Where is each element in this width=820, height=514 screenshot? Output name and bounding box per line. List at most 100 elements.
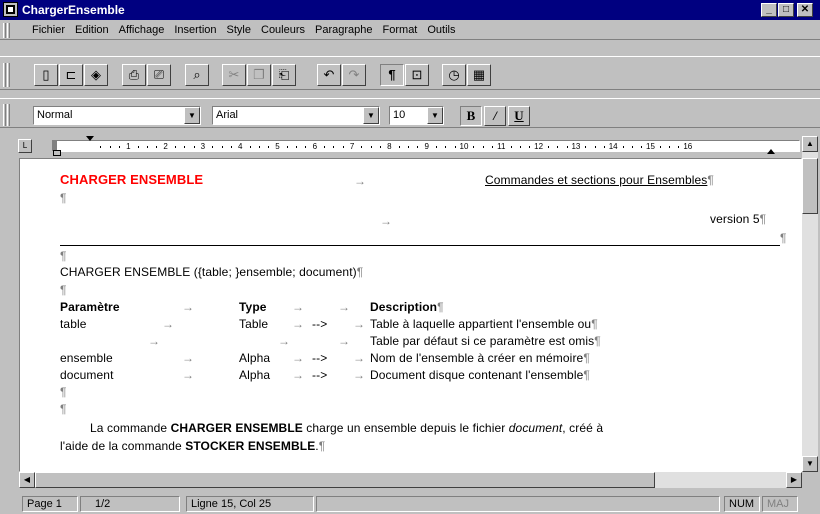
left-indent-marker[interactable] [53, 150, 61, 156]
ruler-number: 6 [312, 142, 318, 151]
undo-icon[interactable]: ↶ [317, 64, 341, 86]
menu-fichier[interactable]: Fichier [32, 24, 72, 36]
status-message [316, 496, 720, 512]
ruler-number: 13 [571, 142, 581, 151]
standard-toolbar: ▯ ⊏ ◈ ⎙ ⎚ ⌕ ✂ ❐ ⎗ ↶ ↷ ¶ ⊡ ◷ ▦ [0, 56, 820, 90]
style-select-value: Normal [37, 109, 73, 121]
doc-version: version 5¶ [710, 212, 767, 226]
scroll-up-icon[interactable]: ▲ [802, 136, 818, 152]
chevron-down-icon[interactable]: ▼ [363, 107, 379, 124]
font-select[interactable]: Arial ▼ [212, 106, 380, 125]
paste-icon[interactable]: ⎗ [272, 64, 296, 86]
vertical-scrollbar[interactable]: ▲ ▼ [802, 136, 818, 472]
style-select[interactable]: Normal ▼ [33, 106, 201, 125]
menu-paragraphe[interactable]: Paragraphe [315, 24, 380, 36]
ruler-number: 5 [275, 142, 280, 151]
ruler-number: 1 [126, 142, 131, 151]
table-row-arrow: --> [312, 351, 328, 365]
copy-icon[interactable]: ❐ [247, 64, 271, 86]
horizontal-scroll-thumb[interactable] [35, 472, 655, 488]
doc-body-line-2: l'aide de la commande STOCKER ENSEMBLE.¶ [60, 439, 326, 453]
print-preview-icon[interactable]: ⎙ [122, 64, 146, 86]
toolbar-grip[interactable] [7, 104, 10, 126]
first-line-indent-marker[interactable] [86, 136, 94, 141]
redo-icon[interactable]: ↷ [342, 64, 366, 86]
toolbar-grip[interactable] [3, 104, 6, 126]
font-size-value: 10 [393, 109, 406, 121]
ruler-number: 4 [237, 142, 243, 151]
col-param: Paramètre [60, 300, 120, 314]
maximize-button[interactable]: □ [778, 3, 794, 17]
doc-body-line-1: La commande CHARGER ENSEMBLE charge un e… [90, 421, 604, 435]
toolbar-grip[interactable] [7, 63, 10, 87]
ruler-number: 2 [163, 142, 168, 151]
ruler-number: 14 [608, 142, 618, 151]
chevron-down-icon[interactable]: ▼ [427, 107, 443, 124]
col-desc: Description¶ [370, 300, 444, 314]
vertical-scroll-thumb[interactable] [802, 158, 818, 214]
menu-grip[interactable] [7, 23, 10, 38]
table-row-type: Alpha [239, 351, 271, 365]
tab-type-selector[interactable]: L [18, 139, 32, 153]
table-row-arrow: --> [312, 317, 328, 331]
scroll-down-icon[interactable]: ▼ [802, 456, 818, 472]
table-row-param: document [60, 368, 114, 382]
close-button[interactable]: ✕ [797, 3, 813, 17]
menu-grip[interactable] [3, 23, 6, 38]
new-document-icon[interactable]: ▯ [34, 64, 58, 86]
show-paragraph-marks-icon[interactable]: ¶ [380, 64, 404, 86]
toolbar-grip[interactable] [3, 63, 6, 87]
menu-edition[interactable]: Edition [75, 24, 116, 36]
horizontal-scrollbar[interactable]: ◀ ▶ [19, 472, 802, 488]
menu-affichage[interactable]: Affichage [119, 24, 172, 36]
font-size-select[interactable]: 10 ▼ [389, 106, 444, 125]
save-disk-icon[interactable]: ◈ [84, 64, 108, 86]
ruler[interactable]: 1 2 3 4 5 6 7 8 9 10 11 12 13 14 15 16 [52, 140, 800, 152]
table-row-desc: Nom de l'ensemble à créer en mémoire¶ [370, 351, 590, 365]
open-folder-icon[interactable]: ⊏ [59, 64, 83, 86]
app-icon[interactable] [3, 2, 18, 17]
insert-date-icon[interactable]: ▦ [467, 64, 491, 86]
italic-button[interactable]: / [484, 106, 506, 126]
menu-outils[interactable]: Outils [427, 24, 462, 36]
ruler-number: 12 [534, 142, 544, 151]
format-toolbar: Normal ▼ Arial ▼ 10 ▼ B / U [0, 98, 820, 128]
doc-heading-right: Commandes et sections pour Ensembles¶ [485, 173, 714, 187]
table-row-desc: Document disque contenant l'ensemble¶ [370, 368, 590, 382]
table-row-type: Alpha [239, 368, 271, 382]
underline-button[interactable]: U [508, 106, 530, 126]
menu-bar: Fichier Edition Affichage Insertion Style Cou… [0, 20, 820, 40]
status-pages: 1/2 [80, 496, 180, 512]
chevron-down-icon[interactable]: ▼ [184, 107, 200, 124]
title-bar: ChargerEnsemble _ □ ✕ [0, 0, 820, 20]
ruler-number: 3 [200, 142, 206, 151]
doc-syntax: CHARGER ENSEMBLE ({table; }ensemble; doc… [60, 265, 364, 279]
print-icon[interactable]: ⎚ [147, 64, 171, 86]
font-select-value: Arial [216, 109, 239, 121]
menu-couleurs[interactable]: Couleurs [261, 24, 312, 36]
page-break-icon[interactable]: ⊡ [405, 64, 429, 86]
find-icon[interactable]: ⌕ [185, 64, 209, 86]
table-row-param: ensemble [60, 351, 113, 365]
doc-heading: CHARGER ENSEMBLE [60, 172, 204, 187]
right-indent-marker[interactable] [767, 149, 775, 154]
table-row-desc: Table par défaut si ce paramètre est omi… [370, 334, 601, 348]
col-type: Type [239, 300, 267, 314]
ruler-number: 9 [424, 142, 429, 151]
ruler-number: 11 [497, 142, 506, 151]
bold-button[interactable]: B [460, 106, 482, 126]
scroll-left-icon[interactable]: ◀ [19, 472, 35, 488]
cut-icon[interactable]: ✂ [222, 64, 246, 86]
menu-insertion[interactable]: Insertion [174, 24, 223, 36]
scroll-right-icon[interactable]: ▶ [786, 472, 802, 488]
menu-style[interactable]: Style [227, 24, 258, 36]
menu-format[interactable]: Format [383, 24, 425, 36]
window-title: ChargerEnsemble [22, 3, 125, 17]
ruler-number: 16 [683, 142, 693, 151]
document-area[interactable]: CHARGER ENSEMBLE → Commandes et sections… [19, 158, 802, 472]
insert-time-icon[interactable]: ◷ [442, 64, 466, 86]
horizontal-rule [60, 245, 780, 246]
ruler-number: 15 [646, 142, 655, 151]
minimize-button[interactable]: _ [761, 3, 777, 17]
table-row-desc: Table à laquelle appartient l'ensemble o… [370, 317, 598, 331]
